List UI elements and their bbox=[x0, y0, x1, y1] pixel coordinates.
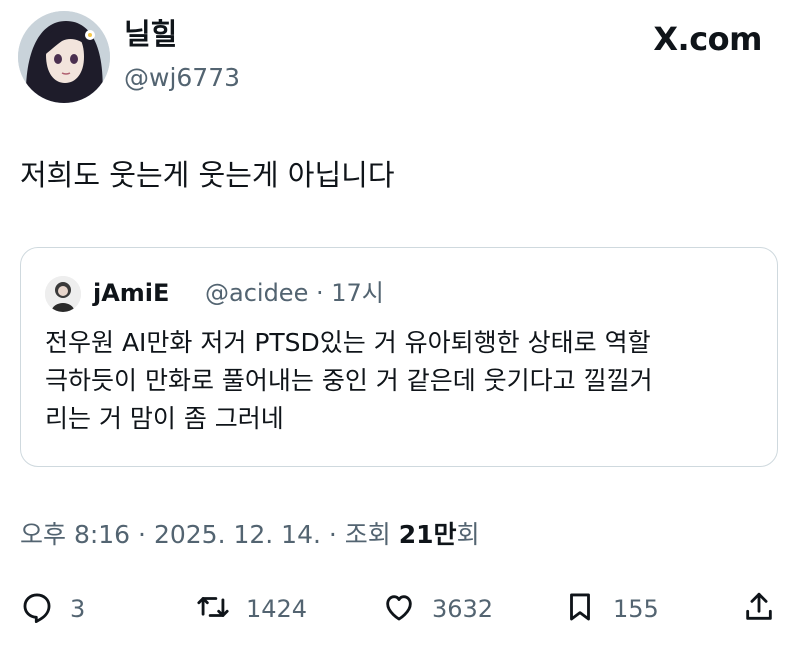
author-name[interactable]: 닐힐 bbox=[124, 16, 177, 52]
like-icon bbox=[382, 590, 416, 628]
like-button[interactable]: 3632 bbox=[382, 584, 493, 634]
quoted-tweet[interactable]: jAmiE @acidee · 17시 전우원 AI만화 저거 PTSD있는 거… bbox=[20, 247, 778, 467]
quote-handle-time[interactable]: @acidee · 17시 bbox=[205, 278, 384, 308]
quote-text-line: 전우원 AI만화 저거 PTSD있는 거 유아퇴행한 상태로 역할 bbox=[45, 328, 651, 357]
retweet-button[interactable]: 1424 bbox=[196, 584, 307, 634]
like-count: 3632 bbox=[432, 595, 494, 623]
quote-author-name[interactable]: jAmiE bbox=[93, 278, 169, 308]
views-value: 21만 bbox=[398, 520, 457, 549]
views-suffix: 회 bbox=[456, 520, 480, 549]
tweet-date[interactable]: 2025. 12. 14. bbox=[154, 520, 321, 549]
bookmark-button[interactable]: 155 bbox=[563, 584, 659, 634]
quote-text-line: 극하듯이 만화로 풀어내는 중인 거 같은데 웃기다고 낄낄거 bbox=[45, 366, 653, 395]
reply-count: 3 bbox=[70, 595, 86, 623]
reply-icon bbox=[20, 590, 54, 628]
share-button[interactable] bbox=[742, 584, 776, 634]
tweet-time[interactable]: 오후 8:16 bbox=[20, 520, 130, 549]
author-avatar[interactable] bbox=[18, 11, 110, 103]
tweet-meta: 오후 8:16 · 2025. 12. 14. · 조회 21만회 bbox=[20, 518, 480, 552]
action-bar: 3 1424 3632 155 bbox=[0, 584, 800, 634]
quote-text-line: 리는 거 맘이 좀 그러네 bbox=[45, 404, 284, 433]
quote-text: 전우원 AI만화 저거 PTSD있는 거 유아퇴행한 상태로 역할 극하듯이 만… bbox=[45, 324, 757, 438]
bookmark-count: 155 bbox=[613, 595, 659, 623]
author-handle[interactable]: @wj6773 bbox=[124, 62, 240, 94]
x-logo: X.com bbox=[653, 20, 762, 58]
bookmark-icon bbox=[563, 590, 597, 628]
separator: · bbox=[328, 520, 345, 549]
share-icon bbox=[742, 590, 776, 628]
retweet-count: 1424 bbox=[246, 595, 308, 623]
quote-avatar[interactable] bbox=[45, 276, 81, 312]
views-label: 조회 bbox=[344, 520, 391, 549]
tweet-text: 저희도 웃는게 웃는게 아닙니다 bbox=[20, 158, 395, 192]
reply-button[interactable]: 3 bbox=[20, 584, 85, 634]
separator: · bbox=[138, 520, 154, 549]
retweet-icon bbox=[196, 590, 230, 628]
